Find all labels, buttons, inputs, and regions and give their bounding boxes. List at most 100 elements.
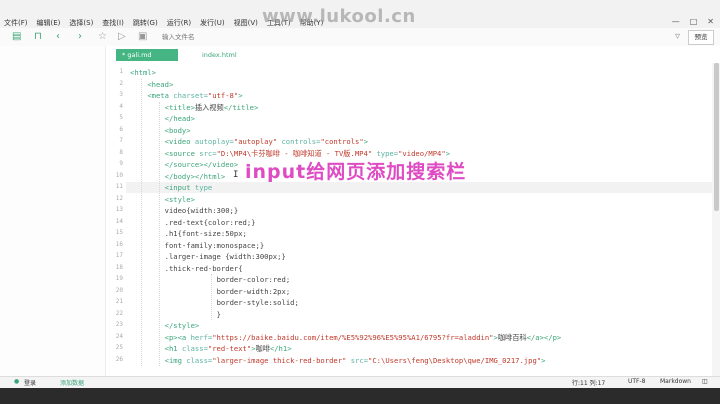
code-line[interactable]: <style> <box>165 194 195 205</box>
new-file-icon[interactable]: ▤ <box>12 31 21 43</box>
line-number: 15 <box>115 229 123 236</box>
menu-item[interactable]: 查找(I) <box>102 18 124 28</box>
line-number: 25 <box>115 344 123 351</box>
line-number: 21 <box>115 298 123 305</box>
user-icon[interactable]: ● <box>14 378 19 385</box>
code-token: <img <box>164 355 187 365</box>
menu-item[interactable]: 发行(U) <box>200 18 225 28</box>
code-token: type <box>194 183 213 192</box>
code-line[interactable]: </style> <box>165 320 200 331</box>
code-token: "C:\Users\feng\Desktop\qwe/IMG_0217.jpg" <box>368 355 542 365</box>
code-token: </head> <box>164 114 195 123</box>
code-token: <html> <box>130 68 156 77</box>
code-line[interactable]: <body> <box>165 125 191 136</box>
code-token: herf= <box>190 332 213 342</box>
preview-button[interactable]: 预览 <box>688 30 714 45</box>
line-number: 12 <box>115 194 123 202</box>
indent-guide <box>141 78 143 366</box>
project-sidebar[interactable] <box>0 46 106 376</box>
feedback-link[interactable]: 添加数据 <box>60 378 84 387</box>
line-number: 4 <box>119 102 123 110</box>
line-number: 2 <box>119 79 123 87</box>
code-token: </h1> <box>269 344 292 353</box>
code-token: 插入视频 <box>194 102 224 112</box>
filter-icon[interactable]: ▿ <box>675 31 680 43</box>
code-line[interactable]: </head> <box>165 113 195 124</box>
code-editor[interactable]: 1 <html> 2 <head> 3 <meta charset="utf-8"> 4 <t… <box>106 63 712 376</box>
line-number: 19 <box>115 275 123 282</box>
code-line[interactable]: font-family:monospace;} <box>165 240 265 251</box>
cursor-position: 行:11 列:17 <box>572 380 606 387</box>
code-token: 咖啡 <box>255 344 270 353</box>
menu-item[interactable]: 文件(F) <box>4 18 28 28</box>
code-token: <head> <box>147 79 174 89</box>
line-number: 24 <box>115 332 123 340</box>
code-token: "red-text" <box>207 344 252 353</box>
minimize-button[interactable]: — <box>672 17 680 26</box>
code-line[interactable]: <html> <box>130 67 156 78</box>
code-token: <style> <box>164 194 195 204</box>
code-token: > <box>238 91 243 100</box>
code-line[interactable]: <img class="larger-image thick-red-borde… <box>165 355 546 366</box>
menu-item[interactable]: 跳转(G) <box>133 18 158 28</box>
close-button[interactable]: ✕ <box>707 17 714 26</box>
maximize-button[interactable]: □ <box>690 17 698 26</box>
code-line[interactable]: border-color:red; <box>217 274 291 285</box>
tab-index-html[interactable]: index.html <box>196 49 243 61</box>
run-icon[interactable]: ▷ <box>118 31 126 43</box>
code-line[interactable]: border-width:2px; <box>217 286 291 297</box>
code-line[interactable]: <h1 class="red-text">咖啡</h1> <box>165 343 292 354</box>
code-line[interactable]: video{width:300;} <box>165 205 239 216</box>
code-token: border-width:2px; <box>216 286 291 296</box>
code-line[interactable]: <video autoplay="autoplay" controls="con… <box>165 136 368 147</box>
code-token: class= <box>186 355 213 365</box>
code-line[interactable]: <head> <box>147 79 173 90</box>
code-token: .red-text{color:red;} <box>164 217 256 227</box>
code-line[interactable]: </body></html> <box>165 171 226 182</box>
code-token: autoplay= <box>194 137 234 146</box>
code-line[interactable]: <input type <box>165 182 213 193</box>
login-link[interactable]: 登录 <box>24 378 36 387</box>
menu-item[interactable]: 视图(V) <box>234 18 258 28</box>
code-token: .thick-red-border{ <box>164 263 243 273</box>
star-icon[interactable]: ☆ <box>98 31 107 43</box>
code-token: "controls" <box>320 137 364 146</box>
build-icon[interactable]: ▣ <box>138 31 147 43</box>
scrollbar-thumb[interactable] <box>714 63 719 211</box>
line-number: 18 <box>115 263 123 271</box>
line-number: 6 <box>119 125 123 133</box>
code-token: > <box>363 137 369 146</box>
open-folder-icon[interactable]: ⊓ <box>34 31 42 43</box>
code-token: controls= <box>277 137 321 146</box>
video-player-strip <box>0 388 720 404</box>
code-line[interactable]: .larger-image {width:300px;} <box>165 251 286 262</box>
code-line[interactable]: .red-text{color:red;} <box>165 217 256 228</box>
code-token: 咖啡百科 <box>497 332 527 342</box>
code-line[interactable]: </source></video> <box>165 159 239 170</box>
forward-arrow-icon[interactable]: › <box>78 31 82 43</box>
notification-icon[interactable]: ◫ <box>702 378 708 385</box>
code-token: <title> <box>164 102 195 112</box>
tab-gali-md[interactable]: * gali.md <box>116 49 178 61</box>
menu-item[interactable]: 编辑(E) <box>37 18 61 28</box>
code-line[interactable]: .thick-red-border{ <box>165 263 243 274</box>
menu-item[interactable]: 选择(S) <box>69 18 93 28</box>
code-token: border-style:solid; <box>216 298 299 307</box>
menu-item[interactable]: 运行(R) <box>167 18 191 28</box>
file-search-input[interactable] <box>152 31 682 43</box>
back-arrow-icon[interactable]: ‹ <box>56 31 60 43</box>
editor-tabs: * gali.md index.html <box>106 46 720 64</box>
line-number: 16 <box>115 240 123 248</box>
line-number: 26 <box>115 355 123 363</box>
window-controls: — □ ✕ <box>672 17 714 26</box>
language-mode[interactable]: Markdown <box>660 378 691 385</box>
code-line[interactable]: border-style:solid; <box>217 297 299 308</box>
code-line[interactable]: <p><a herf="https://baike.baidu.com/item… <box>165 332 562 343</box>
code-line[interactable]: <title>插入视频</title> <box>165 102 259 113</box>
encoding-label[interactable]: UTF-8 <box>628 378 646 385</box>
code-line[interactable]: } <box>217 309 221 320</box>
code-line[interactable]: <meta charset="utf-8"> <box>147 90 242 101</box>
code-line[interactable]: .h1{font-size:50px; <box>165 228 247 239</box>
code-token: "https://baike.baidu.com/item/%E5%92%96%… <box>212 332 494 342</box>
code-token: } <box>216 309 221 319</box>
